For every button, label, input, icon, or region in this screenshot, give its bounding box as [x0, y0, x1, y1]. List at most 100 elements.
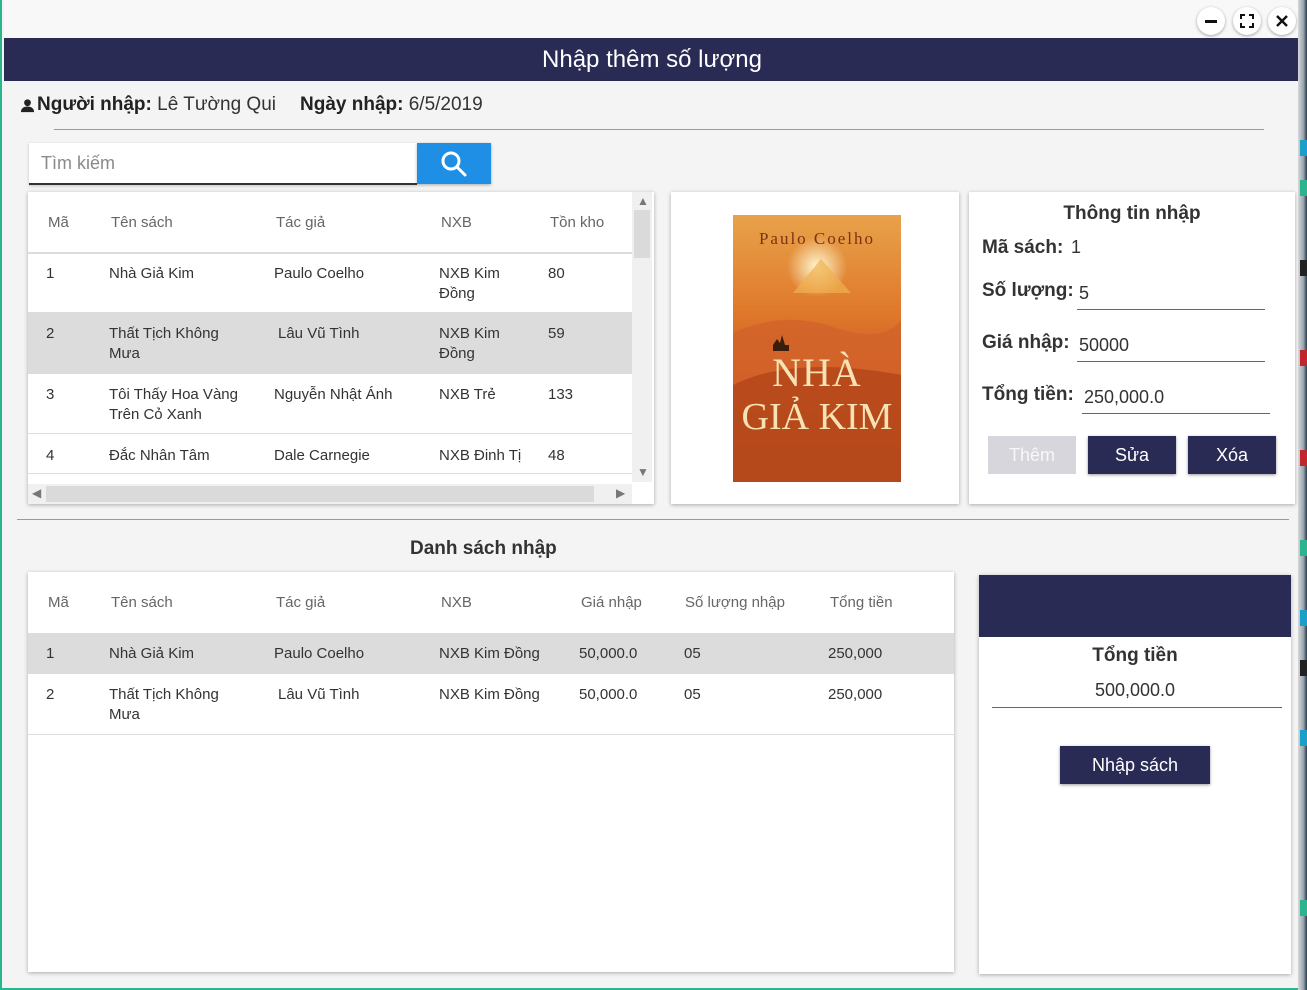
edit-button[interactable]: Sửa: [1088, 436, 1176, 474]
cell-title: Tôi Thấy Hoa Vàng Trên Cỏ Xanh: [109, 386, 238, 423]
summary-underline: [992, 707, 1282, 708]
search-field[interactable]: [29, 143, 417, 185]
cell-author: Lâu Vũ Tình: [278, 325, 360, 342]
total-underline: [1082, 413, 1270, 414]
cell-publisher: NXB Kim Đồng: [439, 325, 500, 362]
column-header: Số lượng nhập: [685, 594, 785, 611]
column-header: Tồn kho: [550, 214, 605, 231]
cell-publisher: NXB Đinh Tị: [439, 447, 522, 464]
scroll-thumb[interactable]: [634, 210, 650, 258]
cell-price: 50,000.0: [579, 645, 638, 662]
delete-button[interactable]: Xóa: [1188, 436, 1276, 474]
background-window-edge: [1298, 0, 1307, 990]
table-row[interactable]: 4 Đắc Nhân Tâm Dale Carnegie NXB Đinh Tị…: [28, 434, 632, 474]
cell-id: 1: [46, 645, 55, 662]
column-header: Tác giả: [276, 214, 326, 231]
cell-author: Paulo Coelho: [274, 645, 365, 662]
cell-title: Thất Tịch Không Mưa: [109, 325, 219, 362]
book-table: Mã Tên sách Tác giả NXB Tồn kho 1 Nhà Gi…: [28, 192, 654, 504]
table-row[interactable]: 1 Nhà Giả Kim Paulo Coelho NXB Kim Đồng …: [28, 253, 632, 313]
cell-stock: 80: [548, 265, 565, 282]
entry-form-panel: Thông tin nhập Mã sách: 1 Số lượng: 5 Gi…: [969, 192, 1295, 504]
user-icon: [20, 98, 35, 112]
scroll-up-icon[interactable]: ▲: [637, 194, 649, 208]
import-list-title: Danh sách nhập: [410, 538, 557, 559]
import-window: Nhập thêm số lượng Người nhập: Lê Tường …: [0, 0, 1300, 990]
summary-total-value: 500,000.0: [1094, 680, 1176, 700]
cell-price: 50,000.0: [579, 686, 638, 703]
scroll-thumb[interactable]: [46, 486, 594, 502]
cell-total: 250,000: [828, 645, 883, 662]
column-header: Giá nhập: [581, 594, 642, 611]
cell-id: 3: [46, 386, 55, 403]
price-underline: [1077, 361, 1265, 362]
minimize-button[interactable]: [1197, 7, 1225, 35]
cell-title: Nhà Giả Kim: [109, 645, 195, 662]
cell-id: 2: [46, 325, 55, 342]
table-row[interactable]: 3 Tôi Thấy Hoa Vàng Trên Cỏ Xanh Nguyễn …: [28, 374, 632, 434]
quantity-field[interactable]: 5: [1079, 283, 1089, 304]
cell-stock: 133: [548, 386, 574, 403]
book-id-label: Mã sách:: [982, 237, 1064, 258]
total-label: Tổng tiền:: [982, 384, 1074, 405]
quantity-label: Số lượng:: [982, 280, 1074, 301]
cover-author: Paulo Coelho: [758, 229, 876, 248]
cell-title: Thất Tịch Không Mưa: [109, 686, 219, 723]
window-title-bar: Nhập thêm số lượng: [4, 38, 1300, 81]
cell-title: Nhà Giả Kim: [109, 265, 195, 282]
cover-title-line1: NHÀ: [772, 350, 862, 395]
vertical-scrollbar[interactable]: ▲ ▼: [632, 192, 652, 482]
cell-author: Nguyễn Nhật Ánh: [274, 386, 393, 403]
import-date-label: Ngày nhập:: [300, 94, 404, 115]
column-header: NXB: [441, 594, 472, 611]
column-header: Tác giả: [276, 594, 326, 611]
importer-name: Lê Tường Qui: [157, 94, 276, 115]
entry-form-title: Thông tin nhập: [1063, 203, 1201, 224]
horizontal-scrollbar[interactable]: ◀ ▶: [28, 484, 632, 504]
cell-author: Dale Carnegie: [274, 447, 370, 464]
cell-qty: 05: [684, 645, 701, 662]
cover-title-line2: GIẢ KIM: [741, 396, 893, 438]
search-button[interactable]: [417, 143, 491, 184]
divider: [17, 519, 1289, 520]
cell-title: Đắc Nhân Tâm: [109, 447, 210, 464]
book-id-value: 1: [1071, 237, 1082, 257]
cell-id: 4: [46, 447, 55, 464]
maximize-button[interactable]: [1233, 7, 1261, 35]
search-input[interactable]: [29, 143, 417, 183]
column-header: Tên sách: [111, 214, 173, 231]
column-header: Mã: [48, 594, 69, 611]
cell-total: 250,000: [828, 686, 883, 703]
cell-qty: 05: [684, 686, 701, 703]
table-row-selected[interactable]: 1 Nhà Giả Kim Paulo Coelho NXB Kim Đồng …: [28, 633, 954, 674]
summary-header: [979, 575, 1291, 637]
cell-author: Lâu Vũ Tình: [278, 686, 360, 703]
maximize-icon: [1240, 14, 1254, 28]
add-button[interactable]: Thêm: [988, 436, 1076, 474]
table-row-selected[interactable]: 2 Thất Tịch Không Mưa Lâu Vũ Tình NXB Ki…: [28, 313, 632, 374]
cell-id: 2: [46, 686, 55, 703]
cell-publisher: NXB Trẻ: [439, 386, 496, 403]
close-icon: [1276, 15, 1288, 27]
importer-info: Người nhập: Lê Tường Qui Ngày nhập: 6/5/…: [20, 94, 483, 116]
price-field[interactable]: 50000: [1079, 335, 1129, 356]
window-title: Nhập thêm số lượng: [542, 45, 762, 73]
summary-total-label: Tổng tiền: [1092, 645, 1178, 666]
import-books-button[interactable]: Nhập sách: [1060, 746, 1210, 784]
scroll-right-icon[interactable]: ▶: [616, 486, 625, 500]
table-row[interactable]: 2 Thất Tịch Không Mưa Lâu Vũ Tình NXB Ki…: [28, 674, 954, 735]
book-cover-image: Paulo Coelho NHÀ GIẢ KIM: [733, 215, 901, 482]
column-header: Tổng tiền: [830, 594, 893, 611]
import-date: 6/5/2019: [408, 94, 483, 115]
cell-publisher: NXB Kim Đồng: [439, 645, 540, 662]
window-top-strip: [4, 0, 1300, 38]
cell-id: 1: [46, 265, 55, 282]
cell-author: Paulo Coelho: [274, 265, 365, 282]
scroll-left-icon[interactable]: ◀: [32, 486, 41, 500]
close-button[interactable]: [1268, 7, 1296, 35]
scroll-down-icon[interactable]: ▼: [637, 465, 649, 479]
cell-publisher: NXB Kim Đồng: [439, 686, 540, 703]
importer-label: Người nhập:: [37, 94, 152, 115]
total-field: 250,000.0: [1084, 387, 1165, 407]
quantity-underline: [1077, 309, 1265, 310]
